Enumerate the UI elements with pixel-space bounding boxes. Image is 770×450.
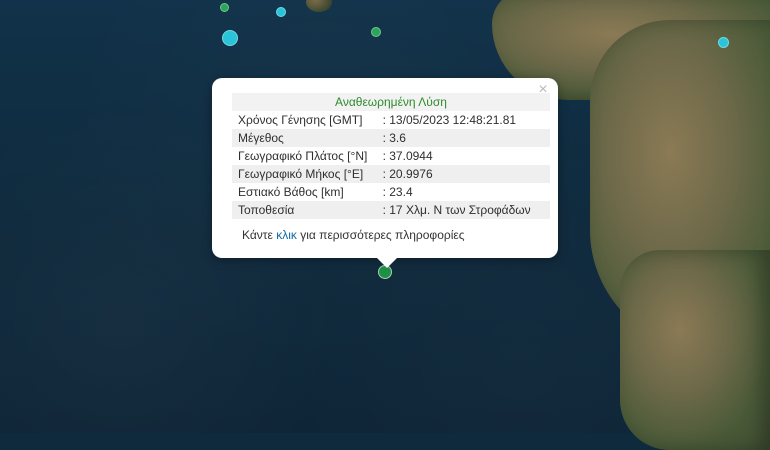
- table-row: Γεωγραφικό Πλάτος [°N] : 37.0944: [232, 147, 550, 165]
- row-value: : 20.9976: [376, 165, 550, 183]
- more-info-suffix: για περισσότερες πληροφορίες: [296, 228, 465, 242]
- row-label: Τοποθεσία: [232, 201, 377, 219]
- row-label: Χρόνος Γένησης [GMT]: [238, 113, 363, 127]
- popup-title-row: Αναθεωρημένη Λύση: [232, 93, 550, 111]
- earthquake-marker[interactable]: [276, 7, 286, 17]
- row-label: Γεωγραφικό Μήκος [°E]: [232, 165, 377, 183]
- row-label: Μέγεθος: [232, 129, 377, 147]
- earthquake-marker[interactable]: [222, 30, 238, 46]
- row-label: Εστιακό Βάθος [km]: [238, 185, 344, 199]
- table-row: Γεωγραφικό Μήκος [°E] : 20.9976: [232, 165, 550, 183]
- table-row: Εστιακό Βάθος [km] : 23.4: [232, 183, 550, 201]
- table-row: Τοποθεσία : 17 Χλμ. Ν των Στροφάδων: [232, 201, 550, 219]
- earthquake-marker[interactable]: [371, 27, 381, 37]
- row-value: : 13/05/2023 12:48:21.81: [382, 113, 517, 127]
- earthquake-info-table: Αναθεωρημένη Λύση Χρόνος Γένησης [GMT] :…: [232, 93, 550, 219]
- row-value: : 3.6: [376, 129, 550, 147]
- map-canvas[interactable]: × Αναθεωρημένη Λύση Χρόνος Γένησης [GMT]…: [0, 0, 770, 450]
- row-value: : 23.4: [382, 185, 413, 199]
- earthquake-marker[interactable]: [718, 37, 729, 48]
- more-info-text: Κάντε κλικ για περισσότερες πληροφορίες: [242, 228, 465, 242]
- more-info-prefix: Κάντε: [242, 228, 277, 242]
- table-row: Μέγεθος : 3.6: [232, 129, 550, 147]
- more-info-link[interactable]: κλικ: [276, 228, 297, 242]
- row-label: Γεωγραφικό Πλάτος [°N]: [238, 149, 368, 163]
- earthquake-marker[interactable]: [220, 3, 229, 12]
- row-value: : 17 Χλμ. Ν των Στροφάδων: [376, 201, 550, 219]
- popup-title: Αναθεωρημένη Λύση: [232, 93, 550, 111]
- earthquake-popup: × Αναθεωρημένη Λύση Χρόνος Γένησης [GMT]…: [212, 78, 558, 268]
- land-mass-south: [620, 250, 770, 450]
- table-row: Χρόνος Γένησης [GMT] : 13/05/2023 12:48:…: [232, 111, 550, 129]
- row-value: : 37.0944: [382, 149, 433, 163]
